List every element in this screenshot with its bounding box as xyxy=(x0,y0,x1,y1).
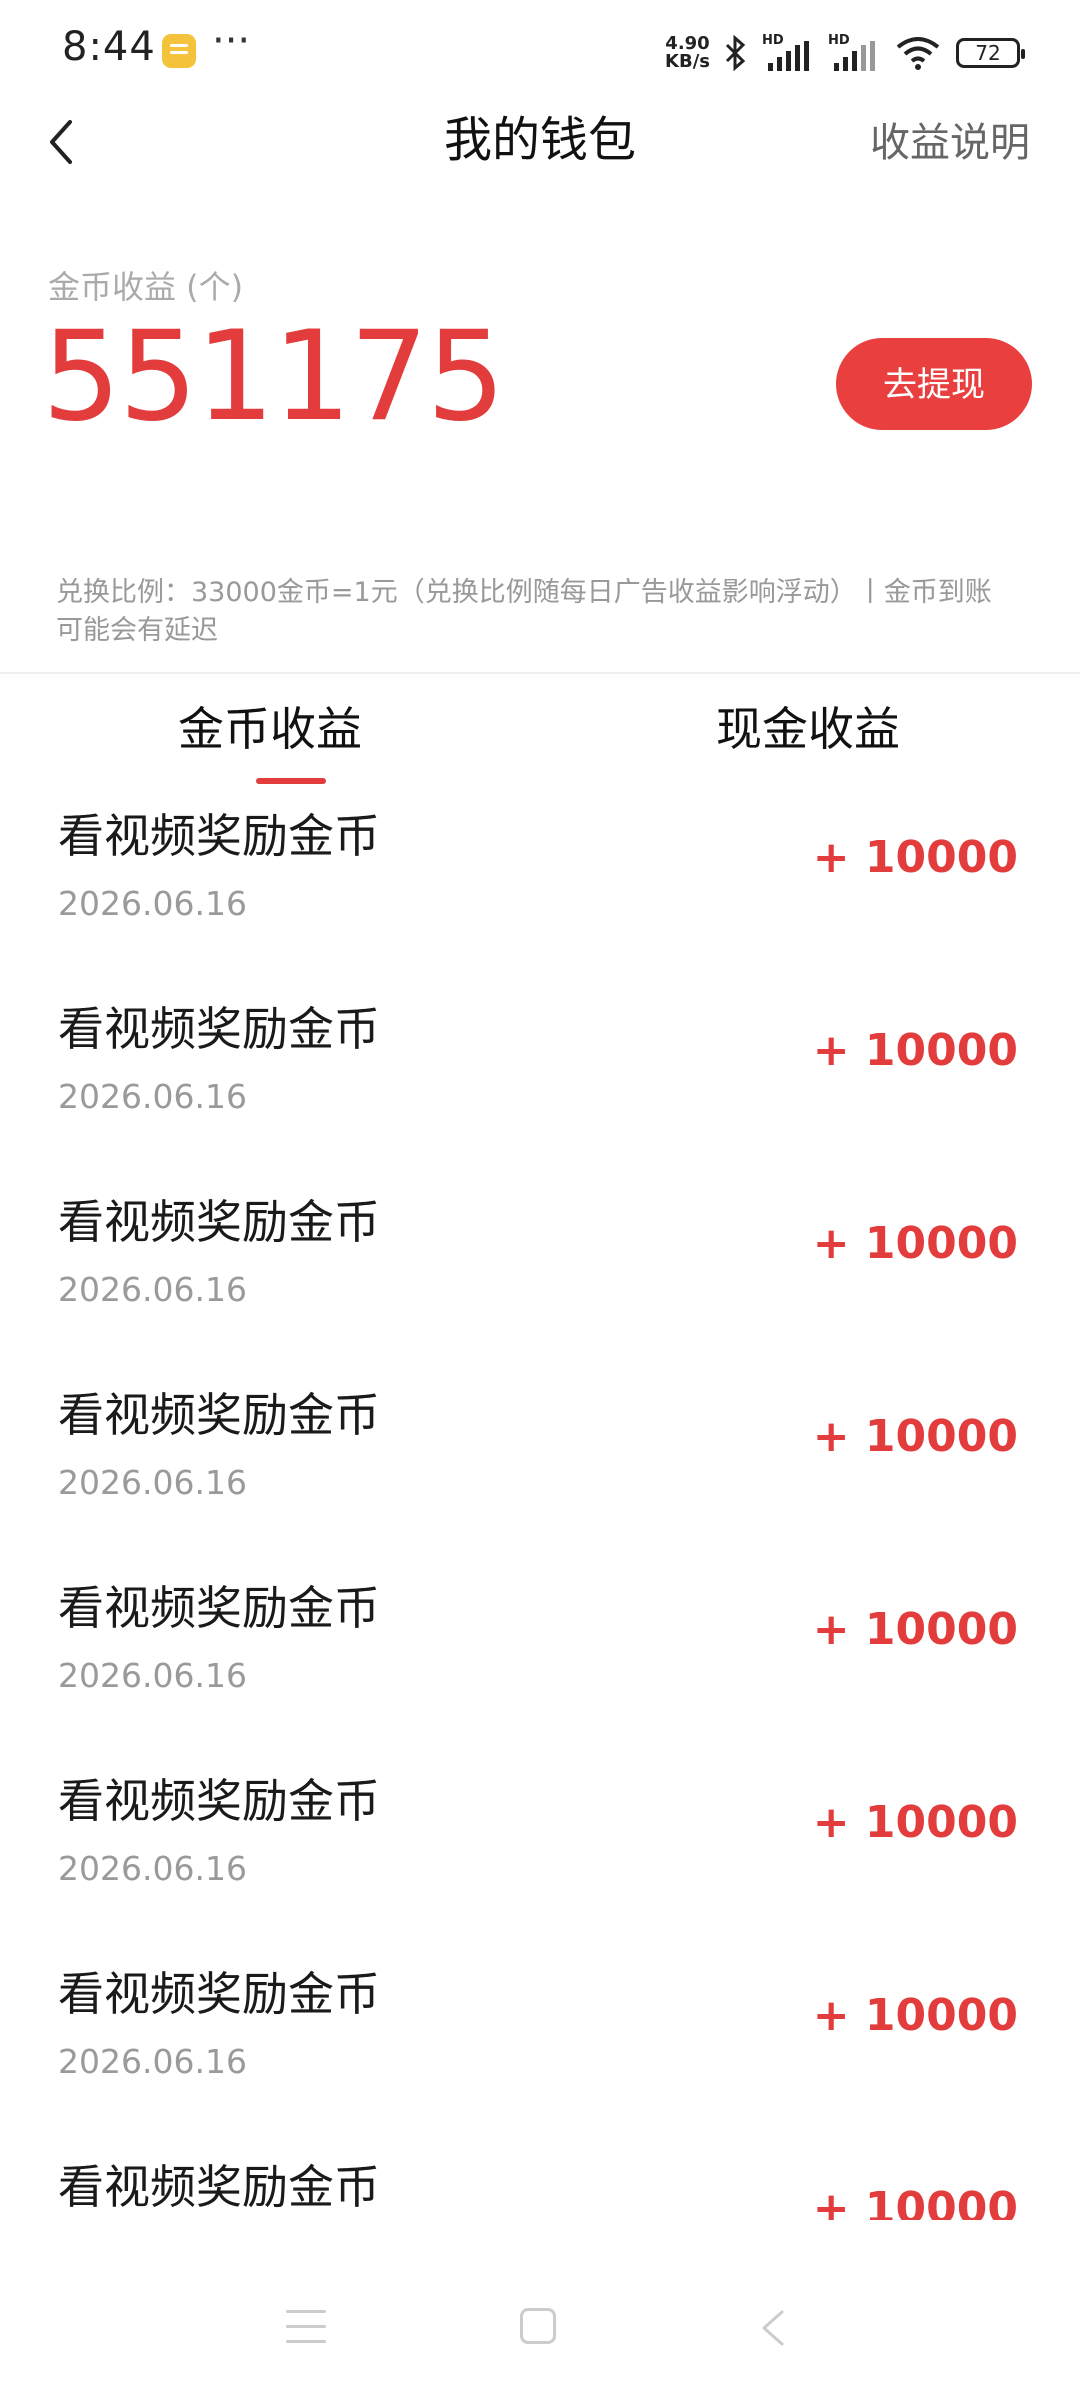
system-navigation-bar xyxy=(0,2280,1080,2390)
record-amount: + 10000 xyxy=(812,1218,1018,1269)
list-item: 看视频奖励金币 2026.06.16 + 10000 xyxy=(0,1956,1080,2149)
record-title: 看视频奖励金币 xyxy=(58,1002,380,1056)
signal-sim1-icon: HD xyxy=(762,33,814,73)
earnings-info-link[interactable]: 收益说明 xyxy=(870,108,1030,178)
bluetooth-icon xyxy=(725,35,746,71)
status-bar: 8:44 ··· 4.90 KB/s HD HD 72 xyxy=(0,0,1080,104)
record-title: 看视频奖励金币 xyxy=(58,1195,380,1249)
record-amount: + 10000 xyxy=(812,1797,1018,1848)
record-title: 看视频奖励金币 xyxy=(58,1388,380,1442)
record-amount: + 10000 xyxy=(812,832,1018,883)
coin-records-list[interactable]: 看视频奖励金币 2026.06.16 + 10000 看视频奖励金币 2026.… xyxy=(0,798,1080,2220)
record-amount: + 10000 xyxy=(812,1604,1018,1655)
record-date: 2026.06.16 xyxy=(58,1077,247,1116)
list-item: 看视频奖励金币 2026.06.16 + 10000 xyxy=(0,798,1080,991)
battery-icon: 72 xyxy=(956,38,1025,68)
list-item: 看视频奖励金币 + 10000 xyxy=(0,2149,1080,2220)
more-notifications-icon: ··· xyxy=(212,18,251,64)
network-speed: 4.90 KB/s xyxy=(665,33,710,72)
message-notification-icon xyxy=(162,34,196,68)
list-item: 看视频奖励金币 2026.06.16 + 10000 xyxy=(0,1570,1080,1763)
wifi-icon xyxy=(896,37,940,70)
record-date: 2026.06.16 xyxy=(58,1849,247,1888)
list-item: 看视频奖励金币 2026.06.16 + 10000 xyxy=(0,1184,1080,1377)
wallet-screen: 8:44 ··· 4.90 KB/s HD HD 72 我的钱包 收益说明 金币… xyxy=(0,0,1080,2400)
record-amount: + 10000 xyxy=(812,1990,1018,2041)
balance-label: 金币收益 (个) xyxy=(48,268,244,306)
record-date: 2026.06.16 xyxy=(58,1656,247,1695)
list-item: 看视频奖励金币 2026.06.16 + 10000 xyxy=(0,991,1080,1184)
home-icon[interactable] xyxy=(520,2308,556,2344)
record-amount: + 10000 xyxy=(812,1025,1018,1076)
nav-back-icon[interactable] xyxy=(754,2308,794,2348)
recent-apps-icon[interactable] xyxy=(286,2310,326,2346)
signal-sim2-icon: HD xyxy=(828,33,880,73)
withdraw-button[interactable]: 去提现 xyxy=(836,338,1032,430)
record-date: 2026.06.16 xyxy=(58,1463,247,1502)
status-time: 8:44 xyxy=(62,24,156,70)
balance-value: 551175 xyxy=(42,305,505,449)
record-date: 2026.06.16 xyxy=(58,2042,247,2081)
list-item: 看视频奖励金币 2026.06.16 + 10000 xyxy=(0,1763,1080,1956)
record-title: 看视频奖励金币 xyxy=(58,2160,380,2214)
record-title: 看视频奖励金币 xyxy=(58,809,380,863)
active-tab-indicator xyxy=(256,778,326,784)
record-amount: + 10000 xyxy=(812,2183,1018,2220)
divider xyxy=(0,672,1080,674)
record-title: 看视频奖励金币 xyxy=(58,1967,380,2021)
record-date: 2026.06.16 xyxy=(58,884,247,923)
record-amount: + 10000 xyxy=(812,1411,1018,1462)
record-title: 看视频奖励金币 xyxy=(58,1581,380,1635)
status-icons: 4.90 KB/s HD HD 72 xyxy=(665,30,1025,76)
record-date: 2026.06.16 xyxy=(58,1270,247,1309)
tab-coin-earnings[interactable]: 金币收益 xyxy=(120,694,420,764)
list-item: 看视频奖励金币 2026.06.16 + 10000 xyxy=(0,1377,1080,1570)
record-title: 看视频奖励金币 xyxy=(58,1774,380,1828)
tab-cash-earnings[interactable]: 现金收益 xyxy=(658,694,958,764)
exchange-rate-note: 兑换比例：33000金币=1元（兑换比例随每日广告收益影响浮动）丨金币到账可能会… xyxy=(56,577,992,646)
